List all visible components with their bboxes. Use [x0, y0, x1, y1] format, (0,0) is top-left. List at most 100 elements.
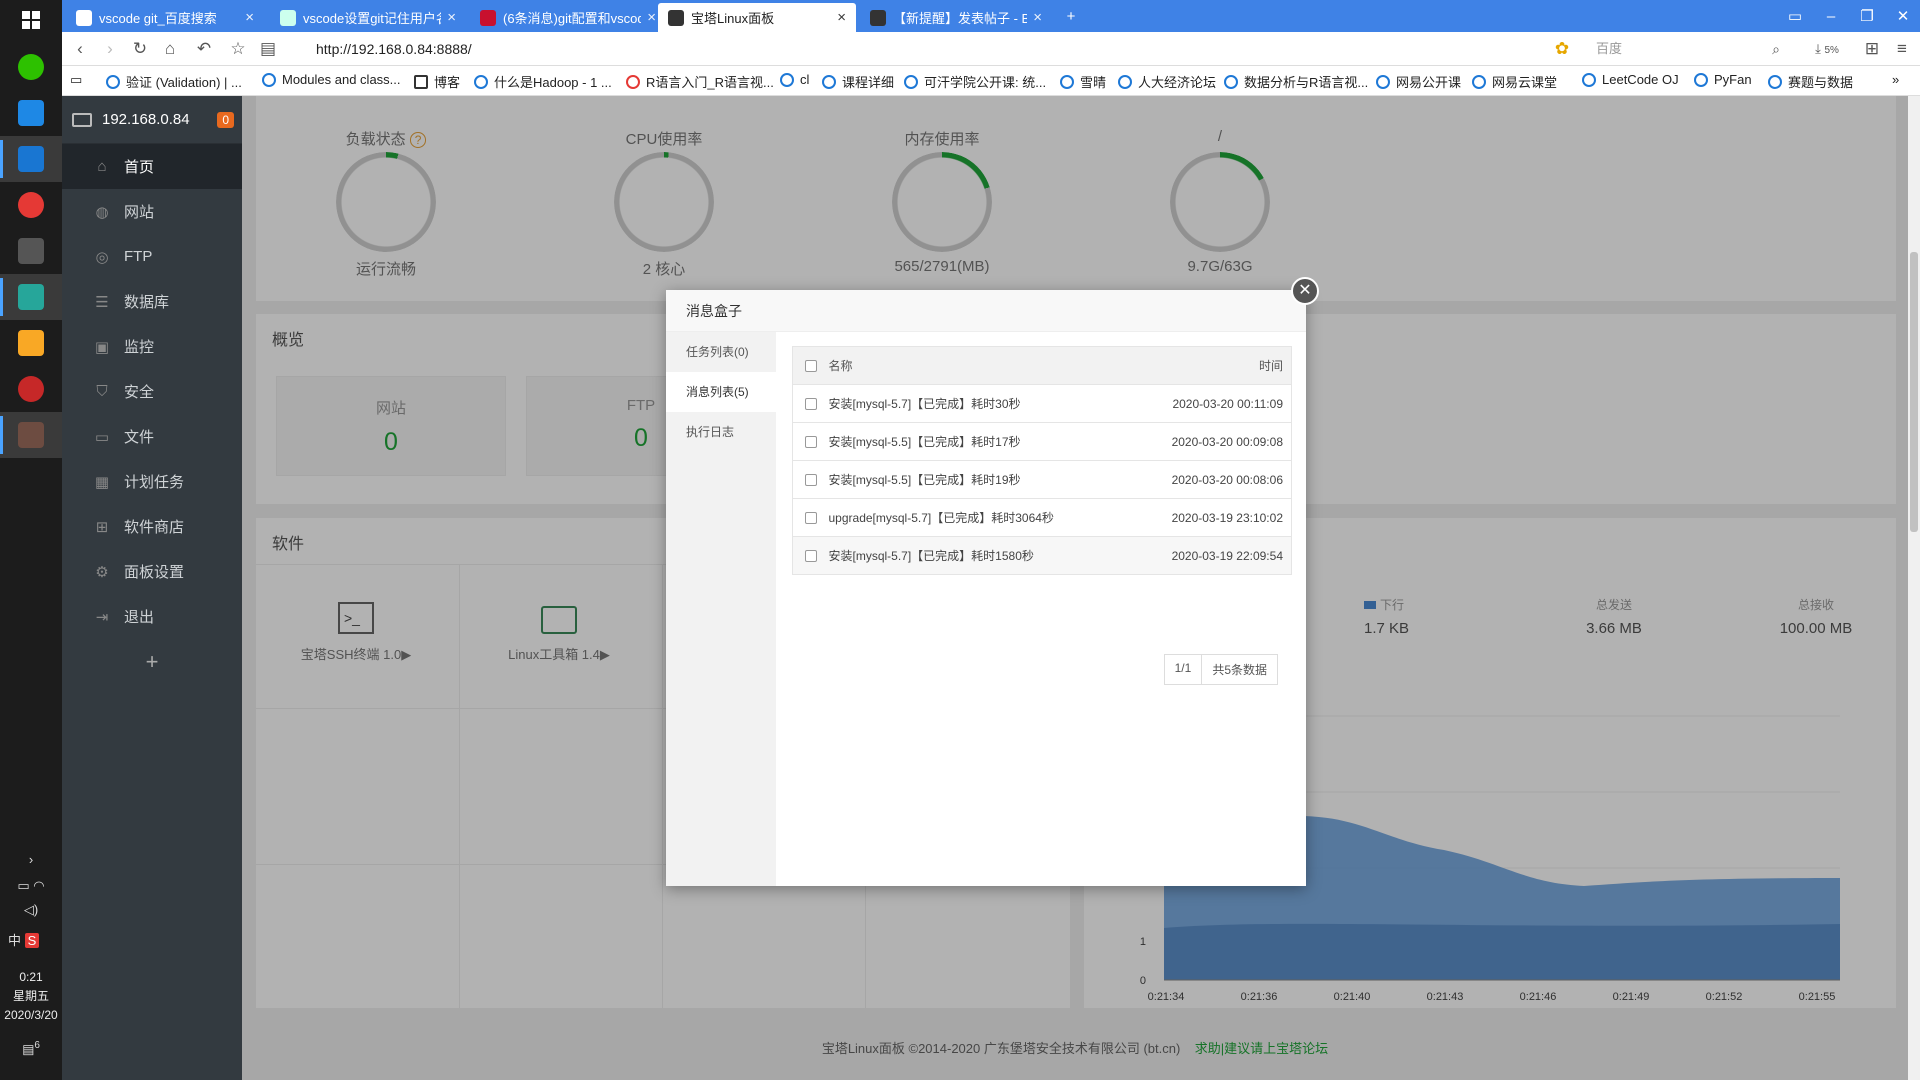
- table-row[interactable]: 安装[mysql-5.7]【已完成】耗时1580秒 2020-03-19 22:0…: [792, 536, 1292, 575]
- bookmark-item[interactable]: 可汗学院公开课: 统...: [904, 72, 1046, 91]
- table-row[interactable]: 安装[mysql-5.5]【已完成】耗时19秒 2020-03-20 00:08:…: [792, 460, 1292, 499]
- tab-close-icon[interactable]: ×: [1033, 9, 1042, 26]
- bookmark-item[interactable]: 人大经济论坛: [1118, 72, 1216, 91]
- windows-start-icon[interactable]: [0, 0, 62, 40]
- row-checkbox[interactable]: [804, 512, 817, 525]
- extension-icon[interactable]: ✿: [1550, 38, 1574, 60]
- sidebar-item-database[interactable]: ☰ 数据库: [62, 279, 242, 324]
- home-nav-icon[interactable]: ⌂: [158, 38, 182, 60]
- select-all-checkbox[interactable]: [804, 360, 817, 373]
- new-tab-icon[interactable]: +: [1054, 0, 1088, 32]
- tab-close-icon[interactable]: ×: [245, 9, 254, 26]
- forward-icon[interactable]: ›: [98, 38, 122, 60]
- reload-icon[interactable]: ↻: [128, 38, 152, 60]
- bookmark-item[interactable]: 博客: [414, 72, 460, 91]
- apps-grid-icon[interactable]: ⊞: [1860, 38, 1884, 60]
- download-app-icon[interactable]: [0, 274, 62, 320]
- reader-icon[interactable]: ▤: [256, 38, 280, 60]
- scrollbar-thumb[interactable]: [1910, 252, 1918, 532]
- browser-tab[interactable]: vscode设置git记住用户名 ×: [270, 3, 466, 32]
- row-checkbox[interactable]: [804, 550, 817, 563]
- minimize-icon[interactable]: –: [1814, 0, 1848, 32]
- undo-close-icon[interactable]: ↶: [192, 38, 216, 60]
- bookmark-item[interactable]: 雪晴: [1060, 72, 1106, 91]
- sidebar-item-label: 监控: [124, 339, 155, 356]
- game-app-icon[interactable]: [0, 412, 62, 458]
- notification-count: 6: [34, 1040, 40, 1051]
- remote-desktop-icon[interactable]: [0, 228, 62, 274]
- page-scrollbar[interactable]: [1908, 96, 1920, 1080]
- table-row[interactable]: upgrade[mysql-5.7]【已完成】耗时3064秒 2020-03-19…: [792, 498, 1292, 537]
- browser-tab[interactable]: (6条消息)git配置和vscode ×: [470, 3, 666, 32]
- sidebar-item-home[interactable]: ⌂ 首页: [62, 144, 242, 189]
- chrome-app-icon[interactable]: [0, 182, 62, 228]
- sidebar-item-files[interactable]: ▭ 文件: [62, 414, 242, 459]
- bookmark-item[interactable]: 课程详细: [822, 72, 894, 91]
- browser-tab[interactable]: 【新提醒】发表帖子 - BUC ×: [860, 3, 1052, 32]
- menu-icon[interactable]: ≡: [1890, 38, 1914, 60]
- file-explorer-icon[interactable]: [0, 320, 62, 366]
- bookmark-item[interactable]: R语言入门_R语言视...: [626, 72, 774, 91]
- message-badge[interactable]: 0: [217, 112, 234, 128]
- sogou-ime-icon[interactable]: S: [24, 933, 40, 948]
- sidebar-item-logout[interactable]: ⇥ 退出: [62, 594, 242, 639]
- bookmark-item[interactable]: 什么是Hadoop - 1 ...: [474, 72, 612, 91]
- sidebar-item-store[interactable]: ⊞ 软件商店: [62, 504, 242, 549]
- bookmarks-overflow-icon[interactable]: »: [1892, 72, 1899, 87]
- add-button[interactable]: +: [62, 639, 242, 684]
- bookmark-item[interactable]: 验证 (Validation) | ...: [106, 72, 242, 91]
- network-tray-icon[interactable]: ▭ ◠: [0, 878, 62, 894]
- tab-list-icon[interactable]: ▭: [1778, 0, 1812, 32]
- bookmark-item[interactable]: 数据分析与R语言视...: [1224, 72, 1368, 91]
- ime-label[interactable]: 中: [8, 933, 21, 948]
- bookmark-item[interactable]: Modules and class...: [262, 72, 401, 87]
- sidebar-item-ftp[interactable]: ◎ FTP: [62, 234, 242, 279]
- restore-icon[interactable]: ❐: [1850, 0, 1884, 32]
- back-icon[interactable]: ‹: [68, 38, 92, 60]
- sidebar-item-website[interactable]: ◍ 网站: [62, 189, 242, 234]
- bookmark-item[interactable]: cl: [780, 72, 809, 87]
- sidebar-item-settings[interactable]: ⚙ 面板设置: [62, 549, 242, 594]
- browser-tab[interactable]: vscode git_百度搜索 ×: [66, 3, 264, 32]
- favorite-star-icon[interactable]: ☆: [226, 38, 250, 60]
- row-checkbox[interactable]: [804, 474, 817, 487]
- row-checkbox[interactable]: [804, 398, 817, 411]
- tab-close-icon[interactable]: ×: [837, 9, 846, 26]
- browser-app-icon[interactable]: [0, 136, 62, 182]
- tab-exec-log[interactable]: 执行日志: [666, 412, 776, 452]
- sidebar-item-cron[interactable]: ▦ 计划任务: [62, 459, 242, 504]
- bookmark-item[interactable]: PyFan: [1694, 72, 1752, 87]
- browser-tab-active[interactable]: 宝塔Linux面板 ×: [658, 3, 856, 32]
- volume-tray-icon[interactable]: ◁): [0, 902, 62, 918]
- tab-message-list[interactable]: 消息列表(5): [666, 372, 776, 412]
- notes-app-icon[interactable]: [0, 90, 62, 136]
- tab-close-icon[interactable]: ×: [447, 9, 456, 26]
- action-center-icon[interactable]: ▤6: [0, 1040, 62, 1057]
- download-indicator[interactable]: ⤓ 5%: [1802, 38, 1852, 60]
- url-input[interactable]: http://192.168.0.84:8888/: [316, 37, 1346, 61]
- sidebar-item-security[interactable]: ⛉ 安全: [62, 369, 242, 414]
- row-time: 2020-03-20 00:11:09: [1130, 384, 1292, 423]
- bookmark-item[interactable]: 网易云课堂: [1472, 72, 1557, 91]
- close-icon[interactable]: ✕: [1291, 277, 1319, 305]
- search-icon[interactable]: ⌕: [1764, 38, 1788, 60]
- system-clock[interactable]: 0:21 星期五 2020/3/20: [0, 968, 62, 1025]
- sidebar-toggle-icon[interactable]: ▭: [70, 72, 82, 88]
- total-count: 共5条数据: [1201, 654, 1278, 685]
- page-indicator[interactable]: 1/1: [1163, 654, 1203, 685]
- table-row[interactable]: 安装[mysql-5.7]【已完成】耗时30秒 2020-03-20 00:11:…: [792, 384, 1292, 423]
- blog-icon: [414, 74, 428, 89]
- ie-icon: [106, 74, 120, 89]
- table-row[interactable]: 安装[mysql-5.5]【已完成】耗时17秒 2020-03-20 00:09:…: [792, 422, 1292, 461]
- bookmark-item[interactable]: LeetCode OJ: [1582, 72, 1679, 87]
- snail-app-icon[interactable]: [0, 366, 62, 412]
- tab-task-list[interactable]: 任务列表(0): [666, 332, 776, 372]
- wechat-icon[interactable]: [0, 44, 62, 90]
- sidebar-item-monitor[interactable]: ▣ 监控: [62, 324, 242, 369]
- bookmark-item[interactable]: 网易公开课: [1376, 72, 1461, 91]
- bookmark-item[interactable]: 赛题与数据: [1768, 72, 1853, 91]
- tray-expand-icon[interactable]: ›: [0, 852, 62, 867]
- close-window-icon[interactable]: ✕: [1886, 0, 1920, 32]
- tab-close-icon[interactable]: ×: [647, 9, 656, 26]
- row-checkbox[interactable]: [804, 436, 817, 449]
